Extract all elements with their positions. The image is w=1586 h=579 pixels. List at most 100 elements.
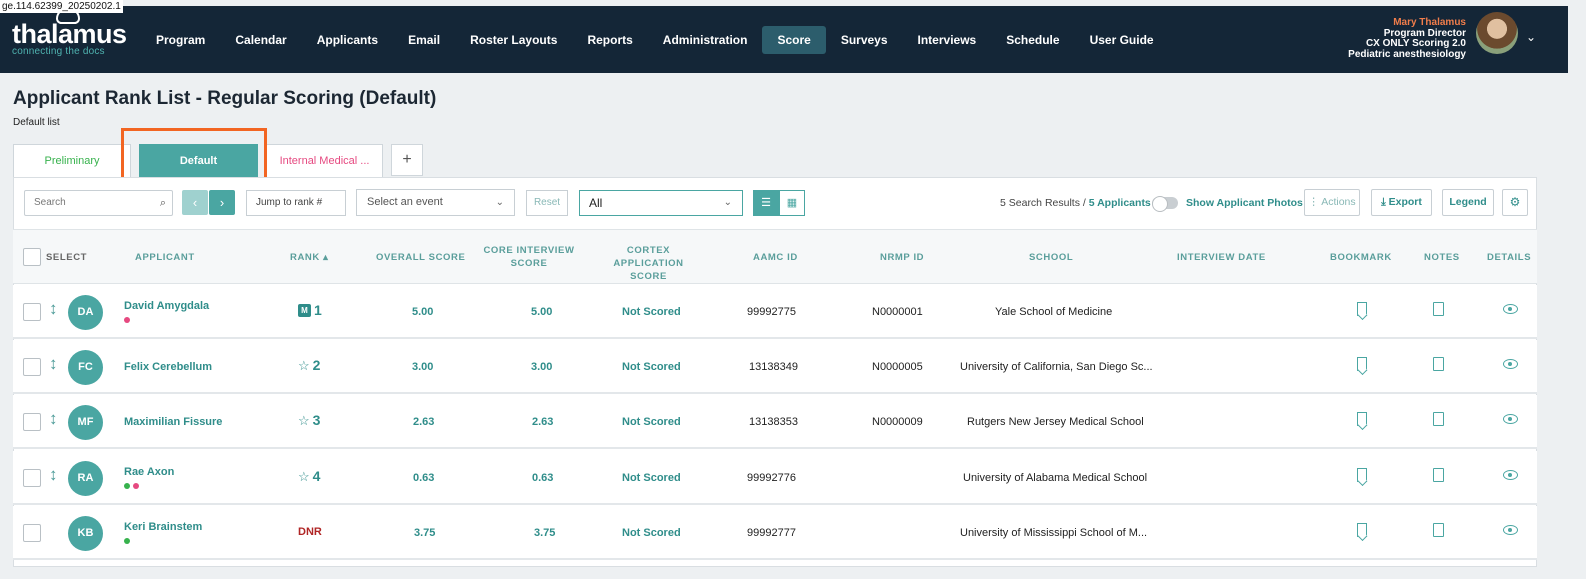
- nav-user-guide[interactable]: User Guide: [1075, 26, 1169, 54]
- nav-schedule[interactable]: Schedule: [991, 26, 1074, 54]
- table-row[interactable]: ↕ MF Maximilian Fissure ☆ 3 2.63 2.63 Not…: [13, 395, 1537, 449]
- notes-icon[interactable]: [1433, 412, 1444, 426]
- main-nav: Program Calendar Applicants Email Roster…: [141, 26, 1169, 54]
- results-count: 5 Search Results: [1000, 197, 1080, 209]
- cortex-score: Not Scored: [622, 527, 681, 539]
- avatar: KB: [68, 516, 103, 551]
- status-dots: [124, 483, 139, 489]
- bookmark-icon[interactable]: [1357, 302, 1367, 316]
- select-event-dropdown[interactable]: Select an event ⌄: [356, 189, 515, 216]
- star-icon[interactable]: ☆: [298, 413, 310, 428]
- star-icon[interactable]: ☆: [298, 469, 310, 484]
- applicant-name-link[interactable]: David Amygdala: [124, 300, 209, 312]
- avatar: FC: [68, 350, 103, 385]
- nav-email[interactable]: Email: [393, 26, 455, 54]
- grid-view-button[interactable]: ▦: [779, 190, 805, 216]
- thalamus-logo[interactable]: thalamus connecting the docs: [12, 8, 127, 57]
- filter-select[interactable]: All ⌄: [579, 190, 743, 216]
- legend-button[interactable]: Legend: [1442, 189, 1494, 216]
- show-photos-toggle[interactable]: [1152, 196, 1178, 212]
- drag-handle-icon[interactable]: ↕: [49, 299, 58, 319]
- tab-internal-medical[interactable]: Internal Medical ...: [266, 144, 383, 177]
- col-school[interactable]: SCHOOL: [1029, 251, 1073, 264]
- row-checkbox[interactable]: [23, 524, 41, 542]
- notes-icon[interactable]: [1433, 523, 1444, 537]
- col-aamc-id[interactable]: AAMC ID: [753, 251, 798, 264]
- user-info[interactable]: Mary Thalamus Program Director CX ONLY S…: [1348, 17, 1466, 60]
- nav-administration[interactable]: Administration: [648, 26, 763, 54]
- table-row[interactable]: ↕ RA Rae Axon ☆ 4 0.63 0.63 Not Scored 99…: [13, 451, 1537, 505]
- col-notes: NOTES: [1424, 252, 1460, 263]
- jump-to-rank-input[interactable]: Jump to rank #: [246, 190, 346, 216]
- m-badge-icon: M: [298, 304, 311, 317]
- top-navigation-bar: thalamus connecting the docs Program Cal…: [0, 6, 1568, 73]
- list-view-button[interactable]: ☰: [753, 190, 779, 216]
- user-avatar[interactable]: [1476, 12, 1518, 54]
- nav-reports[interactable]: Reports: [572, 26, 647, 54]
- chevron-down-icon[interactable]: ⌄: [1526, 30, 1536, 44]
- bookmark-icon[interactable]: [1357, 412, 1367, 426]
- eye-icon[interactable]: [1503, 412, 1518, 424]
- table-row[interactable]: KB Keri Brainstem DNR 3.75 3.75 Not Scor…: [13, 506, 1537, 560]
- show-photos-label[interactable]: Show Applicant Photos: [1186, 197, 1303, 209]
- eye-icon[interactable]: [1503, 468, 1518, 480]
- aamc-id: 99992775: [747, 306, 796, 318]
- settings-button[interactable]: ⚙: [1502, 189, 1528, 216]
- row-checkbox[interactable]: [23, 413, 41, 431]
- tab-preliminary[interactable]: Preliminary: [13, 144, 131, 177]
- applicant-name-link[interactable]: Rae Axon: [124, 466, 174, 478]
- bookmark-icon[interactable]: [1357, 523, 1367, 537]
- overall-score: 2.63: [413, 416, 435, 428]
- nav-applicants[interactable]: Applicants: [302, 26, 393, 54]
- cortex-label-1: CORTEX APPLICATION: [613, 245, 684, 269]
- drag-handle-icon[interactable]: ↕: [49, 465, 58, 485]
- applicant-name-link[interactable]: Maximilian Fissure: [124, 416, 222, 428]
- notes-icon[interactable]: [1433, 357, 1444, 371]
- nav-program[interactable]: Program: [141, 26, 220, 54]
- col-nrmp-id[interactable]: NRMP ID: [880, 251, 924, 264]
- search-input[interactable]: Search ⌕: [24, 190, 173, 216]
- col-interview-date[interactable]: INTERVIEW DATE: [1177, 251, 1266, 264]
- col-applicant[interactable]: APPLICANT: [135, 251, 195, 264]
- nav-interviews[interactable]: Interviews: [903, 26, 992, 54]
- notes-icon[interactable]: [1433, 468, 1444, 482]
- previous-button[interactable]: ‹: [182, 190, 208, 215]
- drag-handle-icon[interactable]: ↕: [49, 354, 58, 374]
- row-checkbox[interactable]: [23, 303, 41, 321]
- bookmark-icon[interactable]: [1357, 357, 1367, 371]
- table-row[interactable]: ↕ DA David Amygdala M1 5.00 5.00 Not Sco…: [13, 285, 1537, 339]
- col-overall-score[interactable]: OVERALL SCORE: [376, 251, 465, 264]
- results-separator: /: [1079, 197, 1089, 209]
- aamc-id: 13138353: [749, 416, 798, 428]
- add-tab-button[interactable]: +: [391, 144, 423, 176]
- reset-button[interactable]: Reset: [526, 190, 568, 216]
- col-rank[interactable]: RANK ▴: [290, 251, 328, 264]
- notes-icon[interactable]: [1433, 302, 1444, 316]
- nav-roster-layouts[interactable]: Roster Layouts: [455, 26, 572, 54]
- nav-score[interactable]: Score: [762, 26, 826, 54]
- col-cortex-application-score[interactable]: CORTEX APPLICATION SCORE: [591, 244, 706, 283]
- applicant-name-link[interactable]: Felix Cerebellum: [124, 361, 212, 373]
- col-core-interview-score[interactable]: CORE INTERVIEW SCORE: [483, 244, 575, 270]
- next-button[interactable]: ›: [209, 190, 235, 215]
- applicant-name-link[interactable]: Keri Brainstem: [124, 521, 202, 533]
- bookmark-icon[interactable]: [1357, 468, 1367, 482]
- table-row[interactable]: ↕ FC Felix Cerebellum ☆ 2 3.00 3.00 Not S…: [13, 340, 1537, 394]
- eye-icon[interactable]: [1503, 302, 1518, 314]
- eye-icon[interactable]: [1503, 523, 1518, 535]
- export-button[interactable]: ⤓ Export: [1371, 189, 1432, 216]
- nav-surveys[interactable]: Surveys: [826, 26, 903, 54]
- nav-calendar[interactable]: Calendar: [220, 26, 301, 54]
- star-icon[interactable]: ☆: [298, 358, 310, 373]
- actions-button[interactable]: ⋮ Actions: [1304, 189, 1360, 216]
- cortex-score: Not Scored: [622, 416, 681, 428]
- tab-default[interactable]: Default: [139, 144, 258, 177]
- avatar: DA: [68, 295, 103, 330]
- select-all-checkbox[interactable]: [23, 248, 41, 266]
- row-checkbox[interactable]: [23, 358, 41, 376]
- row-checkbox[interactable]: [23, 469, 41, 487]
- build-version: ge.114.62399_20250202.1: [0, 0, 123, 13]
- school: Rutgers New Jersey Medical School: [967, 416, 1144, 428]
- eye-icon[interactable]: [1503, 357, 1518, 369]
- drag-handle-icon[interactable]: ↕: [49, 409, 58, 429]
